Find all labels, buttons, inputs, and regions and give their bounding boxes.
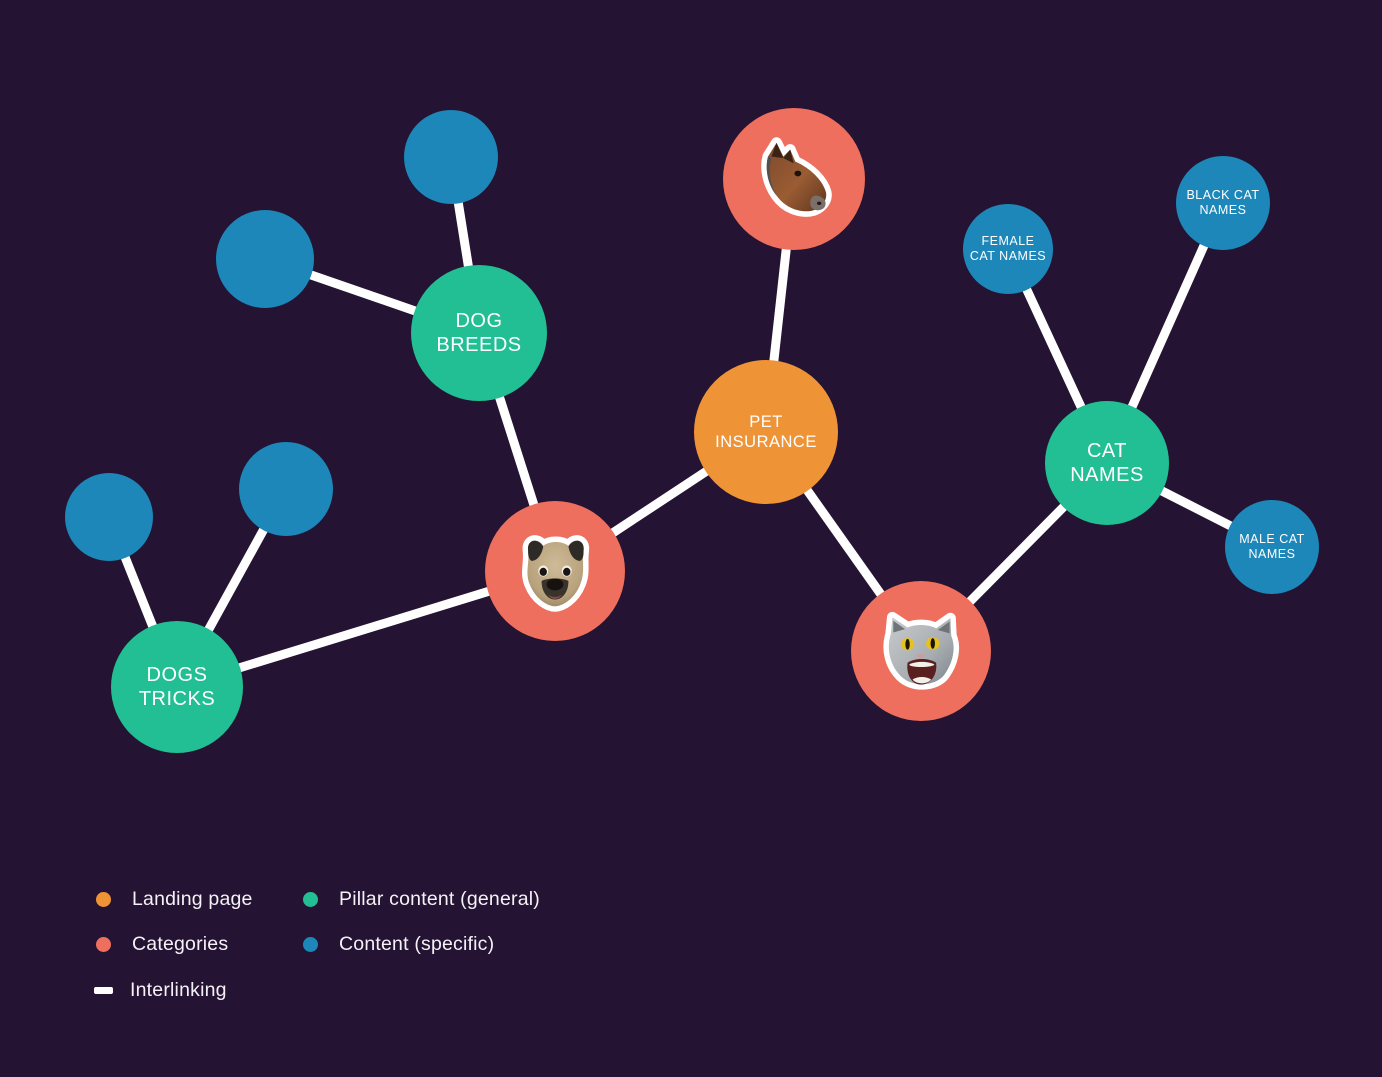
legend-dot-pillar-content-icon bbox=[303, 892, 318, 907]
edge-cat-names-to-female-cat-names bbox=[1020, 281, 1088, 415]
node-cat-names[interactable]: CAT NAMES bbox=[1045, 401, 1169, 525]
edge-dog-category-to-pet-insurance bbox=[605, 464, 714, 540]
node-label-cat-names: CAT NAMES bbox=[1070, 439, 1144, 486]
edge-content-a-to-dog-breeds bbox=[453, 194, 474, 275]
node-dog-category[interactable] bbox=[485, 501, 625, 641]
edge-content-b-to-dog-breeds bbox=[303, 269, 424, 317]
edge-cat-category-to-cat-names bbox=[962, 499, 1071, 609]
node-male-cat-names[interactable]: MALE CAT NAMES bbox=[1225, 500, 1319, 594]
legend-item-pillar-content: Pillar content (general) bbox=[303, 888, 540, 911]
legend-dot-landing-page-icon bbox=[96, 892, 111, 907]
edge-horse-category-to-pet-insurance bbox=[768, 241, 792, 369]
node-female-cat-names[interactable]: FEMALE CAT NAMES bbox=[963, 204, 1053, 294]
legend-label-landing-page: Landing page bbox=[132, 888, 253, 910]
legend-item-categories: Categories bbox=[96, 933, 228, 956]
horse-photo bbox=[751, 136, 836, 221]
edge-cat-names-to-black-cat-names bbox=[1126, 237, 1210, 415]
node-label-female-cat-names: FEMALE CAT NAMES bbox=[969, 233, 1047, 263]
legend-item-interlinking: Interlinking bbox=[94, 979, 227, 1002]
node-black-cat-names[interactable]: BLACK CAT NAMES bbox=[1176, 156, 1270, 250]
legend-dot-content-icon bbox=[303, 937, 318, 952]
edge-dog-breeds-to-dog-category bbox=[493, 389, 540, 513]
horse-photo-icon bbox=[761, 137, 833, 218]
edge-dogs-tricks-to-dog-category bbox=[231, 585, 497, 674]
topic-cluster-diagram: PET INSURANCE DOG BREEDS DOGS TRICKS CAT NA… bbox=[0, 0, 1382, 1077]
node-label-black-cat-names: BLACK CAT NAMES bbox=[1186, 187, 1260, 217]
pug-photo bbox=[513, 529, 597, 613]
edge-layer bbox=[119, 194, 1239, 674]
node-label-male-cat-names: MALE CAT NAMES bbox=[1239, 531, 1305, 561]
legend-label-interlinking: Interlinking bbox=[130, 979, 227, 1001]
node-label-dogs-tricks: DOGS TRICKS bbox=[138, 663, 216, 710]
node-horse-category[interactable] bbox=[723, 108, 865, 250]
node-cat-category[interactable] bbox=[851, 581, 991, 721]
cat-photo bbox=[879, 609, 963, 693]
legend-label-pillar-content: Pillar content (general) bbox=[339, 888, 540, 910]
legend-item-landing-page: Landing page bbox=[96, 888, 253, 911]
edge-content-c-to-dogs-tricks bbox=[119, 549, 159, 634]
interlinking-line-icon bbox=[94, 987, 113, 994]
cat-photo-icon bbox=[883, 611, 960, 690]
node-dogs-tricks[interactable]: DOGS TRICKS bbox=[111, 621, 243, 753]
node-label-dog-breeds: DOG BREEDS bbox=[436, 309, 522, 356]
node-pet-insurance[interactable]: PET INSURANCE bbox=[694, 360, 838, 504]
legend-label-content: Content (specific) bbox=[339, 933, 495, 955]
node-dog-breeds[interactable]: DOG BREEDS bbox=[411, 265, 547, 401]
edge-cat-names-to-male-cat-names bbox=[1154, 484, 1239, 532]
pug-photo-icon bbox=[522, 535, 590, 612]
node-content-c[interactable] bbox=[65, 473, 153, 561]
legend-dot-categories-icon bbox=[96, 937, 111, 952]
edge-pet-insurance-to-cat-category bbox=[800, 483, 888, 602]
node-content-b[interactable] bbox=[216, 210, 314, 308]
legend-item-content: Content (specific) bbox=[303, 933, 494, 956]
legend-label-categories: Categories bbox=[132, 933, 229, 955]
node-content-d[interactable] bbox=[239, 442, 333, 536]
node-label-pet-insurance: PET INSURANCE bbox=[715, 412, 817, 451]
edge-content-d-to-dogs-tricks bbox=[202, 522, 270, 638]
node-content-a[interactable] bbox=[404, 110, 498, 204]
